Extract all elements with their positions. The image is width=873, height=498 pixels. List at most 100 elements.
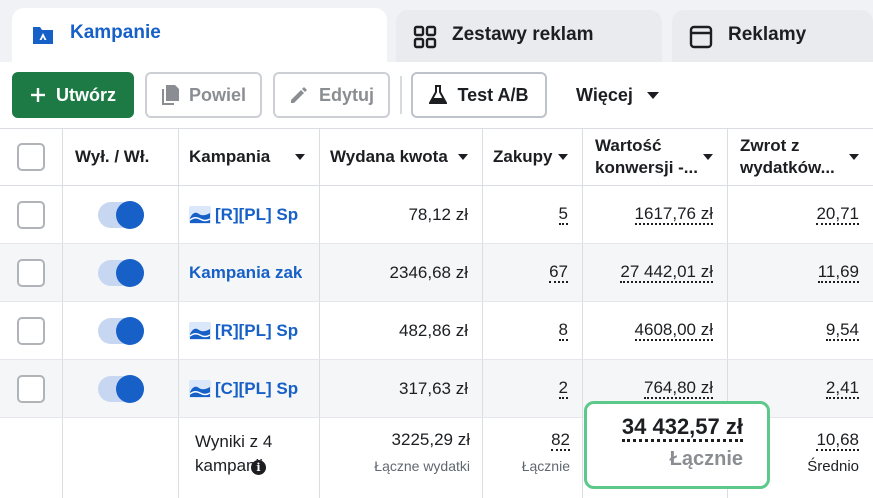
- campaign-link[interactable]: [R][PL] Sp: [189, 321, 298, 341]
- purchases-value[interactable]: 67: [549, 262, 568, 283]
- pencil-icon: [289, 85, 309, 105]
- duplicate-button[interactable]: Powiel: [145, 72, 262, 118]
- header-campaign[interactable]: Kampania: [179, 129, 320, 185]
- toggle-knob: [115, 316, 144, 345]
- caret-down-icon: [646, 91, 659, 99]
- roas-value[interactable]: 9,54: [825, 320, 859, 341]
- conversion-value[interactable]: 27 442,01 zł: [620, 262, 713, 283]
- select-all-checkbox[interactable]: [17, 143, 45, 171]
- spend-value: 2346,68 zł: [389, 262, 468, 282]
- row-checkbox[interactable]: [17, 258, 45, 287]
- row-spend-cell: 317,63 zł: [320, 360, 483, 417]
- toggle-knob: [115, 374, 144, 403]
- tab-campaigns[interactable]: Kampanie: [12, 8, 387, 70]
- row-campaign-cell: [R][PL] Sp: [179, 186, 320, 243]
- roas-value[interactable]: 11,69: [817, 262, 859, 283]
- sort-caret-icon: [849, 154, 859, 160]
- header-conversion-value[interactable]: Wartość konwersji -...: [583, 129, 728, 185]
- header-purchases[interactable]: Zakupy: [483, 129, 583, 185]
- row-toggle-cell: [63, 302, 179, 359]
- campaign-type-icon: [189, 205, 211, 224]
- summary-purchases-cell: 82 Łącznie: [483, 418, 583, 498]
- campaign-link[interactable]: Kampania zak: [189, 263, 302, 283]
- spend-value: 482,86 zł: [399, 320, 468, 340]
- more-dropdown[interactable]: Więcej: [560, 72, 675, 118]
- row-campaign-cell: Kampania zak: [179, 244, 320, 301]
- info-icon[interactable]: i: [251, 460, 266, 475]
- summary-label-cell: Wyniki z 4 kampaniii: [179, 418, 320, 498]
- tab-ads[interactable]: Reklamy: [672, 10, 873, 70]
- row-roas-cell: 20,71: [728, 186, 873, 243]
- summary-roas: 10,68: [816, 430, 859, 451]
- row-checkbox[interactable]: [17, 374, 45, 403]
- row-purchases-cell: 8: [483, 302, 583, 359]
- campaign-name: [C][PL] Sp: [215, 378, 299, 398]
- tab-label: Kampanie: [70, 22, 161, 43]
- campaign-type-icon: [189, 321, 211, 340]
- row-campaign-cell: [C][PL] Sp: [179, 360, 320, 417]
- summary-spend: 3225,29 zł: [391, 430, 470, 449]
- purchases-value[interactable]: 8: [558, 320, 568, 341]
- row-select-cell: [0, 360, 63, 417]
- table-header: Wył. / Wł. Kampania Wydana kwota Zakupy …: [0, 128, 873, 186]
- row-roas-cell: 11,69: [728, 244, 873, 301]
- toggle-knob: [115, 258, 144, 287]
- campaign-toggle[interactable]: [97, 200, 144, 229]
- summary-purchases-sub: Łącznie: [521, 458, 570, 474]
- row-toggle-cell: [63, 244, 179, 301]
- plus-icon: [30, 87, 46, 103]
- sort-caret-icon: [295, 154, 305, 160]
- conversion-value[interactable]: 1617,76 zł: [634, 204, 713, 225]
- table-row: Kampania zak 2346,68 zł 67 27 442,01 zł 11,6…: [0, 244, 873, 302]
- header-toggle: Wył. / Wł.: [63, 129, 179, 185]
- purchases-value[interactable]: 5: [558, 204, 568, 225]
- row-conversion-value-cell: 27 442,01 zł: [583, 244, 728, 301]
- toolbar-divider: [400, 76, 402, 114]
- summary-empty: [0, 418, 63, 498]
- table-row: [R][PL] Sp 78,12 zł 5 1617,76 zł 20,71: [0, 186, 873, 244]
- window-icon: [688, 24, 714, 50]
- edit-button[interactable]: Edytuj: [273, 72, 390, 118]
- campaign-name: [R][PL] Sp: [215, 204, 299, 224]
- purchases-value[interactable]: 2: [558, 378, 568, 399]
- header-roas[interactable]: Zwrot z wydatków...: [728, 129, 873, 185]
- roas-value[interactable]: 2,41: [825, 378, 859, 399]
- summary-conversion-value: 34 432,57 zł: [621, 414, 743, 442]
- campaign-name: [R][PL] Sp: [215, 320, 299, 340]
- more-label: Więcej: [576, 84, 633, 105]
- conversion-value[interactable]: 764,80 zł: [644, 378, 713, 399]
- row-conversion-value-cell: 4608,00 zł: [583, 302, 728, 359]
- row-campaign-cell: [R][PL] Sp: [179, 302, 320, 359]
- spend-value: 78,12 zł: [408, 204, 468, 224]
- campaign-toggle[interactable]: [97, 316, 144, 345]
- create-label: Utwórz: [56, 84, 116, 105]
- roas-value[interactable]: 20,71: [816, 204, 859, 225]
- campaign-toggle[interactable]: [97, 374, 144, 403]
- header-spend[interactable]: Wydana kwota: [320, 129, 483, 185]
- row-conversion-value-cell: 1617,76 zł: [583, 186, 728, 243]
- tab-ad-sets[interactable]: Zestawy reklam: [396, 10, 662, 70]
- row-spend-cell: 482,86 zł: [320, 302, 483, 359]
- row-purchases-cell: 2: [483, 360, 583, 417]
- create-button[interactable]: Utwórz: [12, 72, 134, 118]
- campaign-link[interactable]: [R][PL] Sp: [189, 205, 298, 225]
- duplicate-label: Powiel: [188, 84, 246, 105]
- row-select-cell: [0, 186, 63, 243]
- row-checkbox[interactable]: [17, 316, 45, 345]
- select-all-cell: [0, 129, 63, 185]
- summary-purchases: 82: [551, 430, 570, 451]
- sort-caret-icon: [458, 154, 468, 160]
- summary-row: Wyniki z 4 kampaniii 3225,29 zł Łączne w…: [0, 401, 873, 498]
- campaign-toggle[interactable]: [97, 258, 144, 287]
- row-select-cell: [0, 244, 63, 301]
- toggle-knob: [115, 200, 144, 229]
- ab-test-button[interactable]: Test A/B: [411, 72, 547, 118]
- duplicate-icon: [161, 85, 179, 105]
- campaign-link[interactable]: [C][PL] Sp: [189, 379, 298, 399]
- sort-caret-icon: [558, 154, 568, 160]
- row-checkbox[interactable]: [17, 200, 45, 229]
- row-toggle-cell: [63, 186, 179, 243]
- row-select-cell: [0, 302, 63, 359]
- row-toggle-cell: [63, 360, 179, 417]
- conversion-value[interactable]: 4608,00 zł: [634, 320, 713, 341]
